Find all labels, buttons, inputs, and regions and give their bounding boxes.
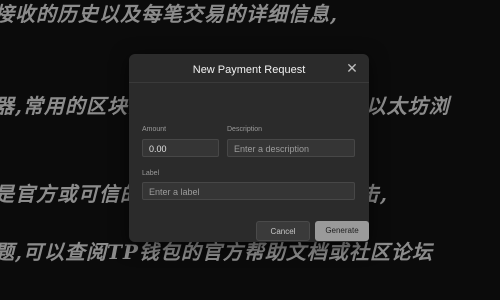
payment-request-dialog: New Payment Request ✕ Amount 0.00 Descri… (129, 54, 369, 242)
close-icon[interactable]: ✕ (345, 62, 359, 76)
description-label: Description (227, 126, 263, 133)
description-input[interactable]: Enter a description (227, 139, 355, 157)
label-label: Label (142, 170, 160, 177)
generate-button[interactable]: Generate (315, 221, 369, 241)
amount-input[interactable]: 0.00 (142, 139, 219, 157)
dialog-title: New Payment Request (192, 64, 306, 76)
label-input[interactable]: Enter a label (142, 182, 355, 200)
dialog-divider (129, 82, 369, 83)
amount-label: Amount (142, 126, 167, 133)
cancel-button[interactable]: Cancel (256, 221, 310, 241)
